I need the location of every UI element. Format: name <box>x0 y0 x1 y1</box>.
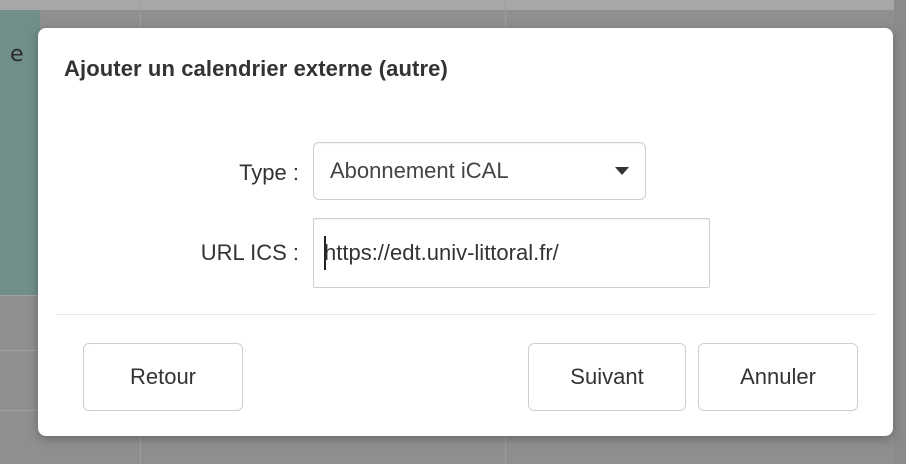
type-select[interactable]: Abonnement iCAL <box>313 142 646 200</box>
dialog-title: Ajouter un calendrier externe (autre) <box>64 56 448 81</box>
cancel-button[interactable]: Annuler <box>698 343 858 411</box>
background-row-divider <box>0 350 40 351</box>
text-cursor <box>324 236 326 270</box>
background-header-band <box>0 0 906 10</box>
url-ics-input[interactable] <box>313 218 710 288</box>
type-label: Type : <box>239 160 299 185</box>
background-right-strip <box>894 0 906 464</box>
background-row-divider <box>0 295 40 296</box>
next-button[interactable]: Suivant <box>528 343 686 411</box>
url-ics-label: URL ICS : <box>200 240 299 265</box>
type-select-value: Abonnement iCAL <box>330 158 509 183</box>
caret-down-icon <box>615 167 629 175</box>
background-row-divider <box>0 410 40 411</box>
background-peek-text: e <box>10 42 24 67</box>
back-button[interactable]: Retour <box>83 343 243 411</box>
dialog-footer-divider <box>56 314 875 315</box>
add-external-calendar-dialog: Ajouter un calendrier externe (autre) Ty… <box>38 28 893 436</box>
